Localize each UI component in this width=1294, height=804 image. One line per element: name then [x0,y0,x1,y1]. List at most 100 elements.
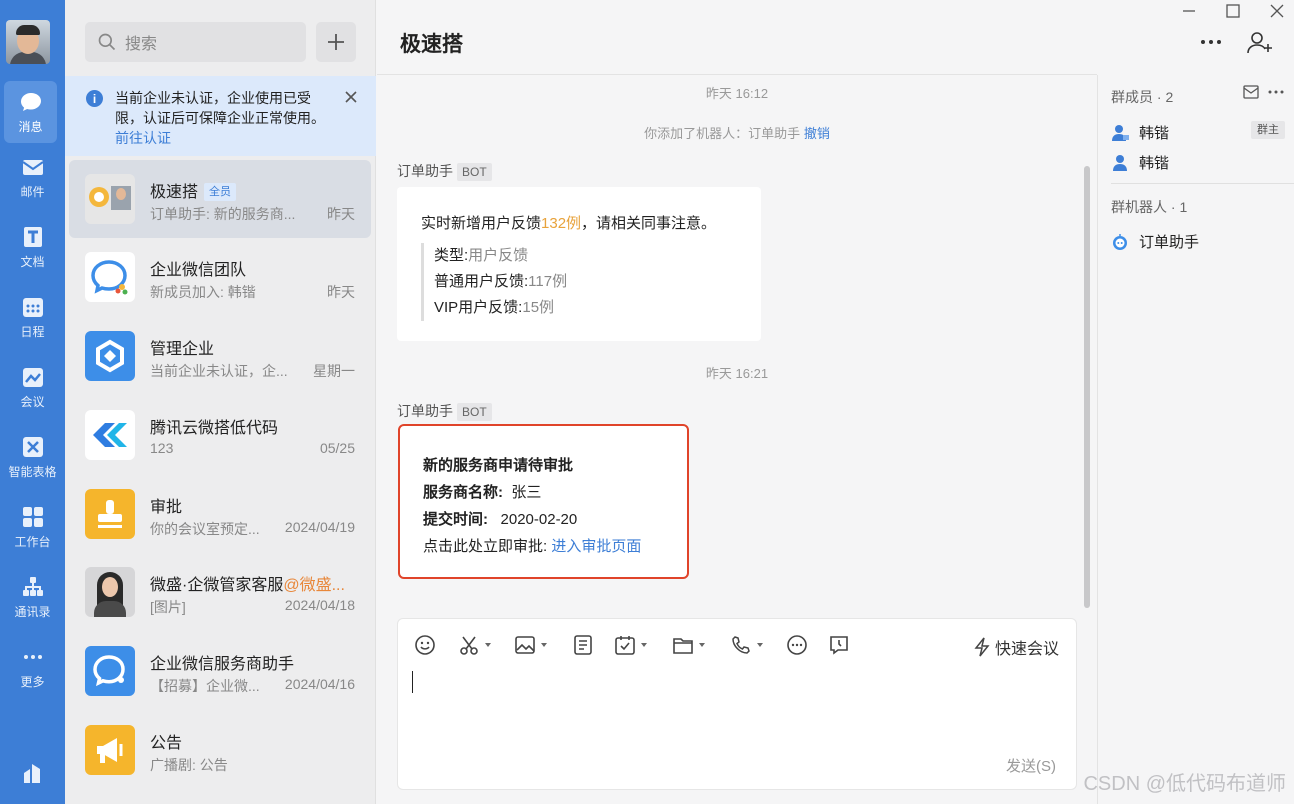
conversation-item[interactable]: 企业微信服务商助手 【招募】企业微... 2024/04/16 [69,632,371,710]
calendar-icon [22,297,43,317]
search-input[interactable]: 搜索 [85,22,306,62]
conversation-item[interactable]: 微盛·企微管家客服@微盛... [图片] 2024/04/18 [69,553,371,631]
chat-scrollbar[interactable] [1084,166,1090,608]
checkbox-calendar-icon [615,636,635,655]
more-options-icon[interactable] [1198,32,1224,52]
robot-icon [1113,233,1127,250]
chat-title: 极速搭 [400,33,463,56]
bots-title: 群机器人 · 1 [1111,199,1188,215]
member-item[interactable]: 韩锴 [1111,122,1169,143]
conversation-item[interactable]: 审批 你的会议室预定... 2024/04/19 [69,475,371,553]
weida-logo-icon [93,423,127,447]
user-icon [1113,154,1127,171]
approval-page-link[interactable]: 进入审批页面 [551,538,641,555]
message-composer[interactable]: 快速会议 发送(S) [397,618,1077,790]
scissors-icon [460,636,478,655]
nav-bottom[interactable] [0,744,65,804]
emoji-button[interactable] [414,633,436,657]
todo-button[interactable] [614,633,648,657]
message-icon [20,92,41,111]
close-icon[interactable] [344,90,358,104]
message-sender: 订单助手 BOT [397,401,492,421]
nav-meeting[interactable]: 会议 [0,356,65,418]
text-cursor [412,671,413,693]
user-admin-icon [1112,124,1129,141]
conversation-item[interactable]: 公告 广播剧: 公告 [69,711,371,789]
conversation-list: 搜索 i 当前企业未认证，企业使用已受限，认证后可保障企业正常使用。前往认证 极… [65,0,376,804]
nav-smart-table[interactable]: 智能表格 [0,426,65,488]
announcement-avatar [85,725,135,775]
weida-avatar [85,410,135,460]
user-avatar[interactable] [6,20,50,64]
revoke-link[interactable]: 撤销 [804,126,830,141]
conversation-item[interactable]: 企业微信团队 新成员加入: 韩锴 昨天 [69,238,371,316]
add-button[interactable] [316,22,356,62]
screenshot-button[interactable] [458,633,492,657]
chevron-down-icon [699,643,705,647]
manage-enterprise-avatar [85,331,135,381]
nav-contacts[interactable]: 通讯录 [0,566,65,628]
conversation-item[interactable]: 管理企业 当前企业未认证，企... 星期一 [69,317,371,395]
conversation-item[interactable]: 腾讯云微搭低代码 123 05/25 [69,396,371,474]
image-button[interactable] [514,633,548,657]
group-info-panel: 群成员 · 2 韩锴 群主 韩锴 群机器人 · 1 订单助手 [1097,75,1294,804]
image-icon [515,636,535,654]
owner-tag: 群主 [1251,121,1285,139]
more-circle-icon [787,635,807,655]
members-title: 群成员 · 2 [1111,89,1174,105]
nav-mail[interactable]: 邮件 [0,146,65,208]
watermark: CSDN @低代码布道师 [1083,773,1286,795]
nav-calendar[interactable]: 日程 [0,286,65,348]
mail-icon [21,159,44,175]
building-icon [23,764,40,783]
workbench-icon [22,506,43,527]
message-bubble[interactable]: 实时新增用户反馈132例，请相关同事注意。 类型:用户反馈 普通用户反馈:117… [397,187,761,341]
smart-table-icon [22,436,43,457]
mail-icon[interactable] [1243,85,1259,99]
bot-tag: BOT [457,403,492,421]
feedback-button[interactable] [828,633,850,657]
more-icon [23,654,42,659]
chevron-down-icon [485,643,491,647]
go-certify-link[interactable]: 前往认证 [115,130,171,146]
timestamp: 昨天 16:12 [705,86,769,101]
bot-item[interactable]: 订单助手 [1111,231,1199,252]
nav-messages[interactable]: 消息 [4,81,57,143]
nav-workbench[interactable]: 工作台 [0,496,65,558]
phone-icon [732,636,750,654]
left-nav: 消息 邮件 文档 日程 会议 智能表格 工作台 通讯录 更多 [0,0,65,804]
bot-tag: BOT [457,163,492,181]
manage-icon [96,339,124,373]
minimize-icon[interactable] [1180,2,1198,20]
approval-message-bubble[interactable]: 新的服务商申请待审批 服务商名称: 张三 提交时间: 2020-02-20 点击… [398,424,689,579]
file-button[interactable] [672,633,706,657]
info-icon: i [86,90,103,107]
wecom-logo-icon [91,260,128,295]
document-button[interactable] [572,633,594,657]
document-icon [574,635,592,655]
chat-clock-icon [830,636,848,655]
send-button[interactable]: 发送(S) [1006,755,1056,776]
divider [1111,183,1294,184]
timestamp: 昨天 16:21 [705,366,769,381]
conversation-item[interactable]: 极速搭 全员 订单助手: 新的服务商... 昨天 [69,160,371,238]
more-tools-button[interactable] [786,633,808,657]
system-message: 你添加了机器人：订单助手 撤销 [644,126,830,141]
all-members-tag: 全员 [204,183,237,201]
nav-docs[interactable]: 文档 [0,216,65,278]
maximize-icon[interactable] [1224,2,1242,20]
emoji-icon [415,635,435,655]
contact-avatar [85,567,135,617]
more-icon[interactable] [1268,89,1284,95]
call-button[interactable] [730,633,764,657]
folder-icon [673,638,693,654]
quick-meeting-button[interactable]: 快速会议 [973,635,1059,659]
meeting-icon [22,367,43,387]
add-member-icon[interactable] [1246,30,1274,56]
provider-assistant-avatar [85,646,135,696]
nav-more[interactable]: 更多 [0,636,65,698]
close-window-icon[interactable] [1268,2,1286,20]
group-avatar [85,174,135,224]
chat-header: 极速搭 [377,0,1097,75]
member-item[interactable]: 韩锴 [1111,152,1169,173]
